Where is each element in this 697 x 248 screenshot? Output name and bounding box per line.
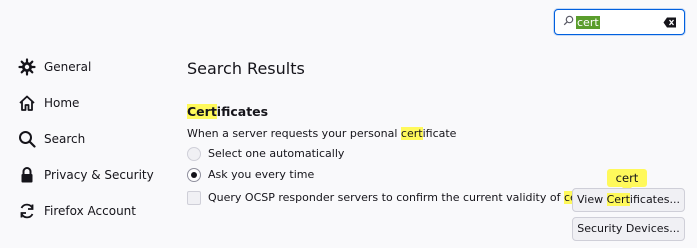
search-highlight: Cert [187, 104, 217, 119]
sidebar-item-search[interactable]: Search [18, 127, 85, 151]
ocsp-text: Query OCSP responder servers to confirm … [208, 191, 564, 204]
radio-select-automatically[interactable]: Select one automatically [187, 146, 344, 162]
sidebar-item-home[interactable]: Home [18, 91, 79, 115]
page-title: Search Results [187, 59, 305, 78]
security-devices-button[interactable]: Security Devices... [572, 217, 685, 241]
sidebar-item-privacy[interactable]: Privacy & Security [18, 163, 154, 187]
ocsp-label: Query OCSP responder servers to confirm … [208, 191, 625, 205]
radio-button[interactable] [187, 168, 201, 182]
btn-text: View [577, 193, 607, 206]
search-highlight: Cert [606, 193, 630, 206]
search-icon [19, 131, 36, 148]
sidebar-item-general[interactable]: General [18, 55, 91, 79]
radio-button[interactable] [187, 147, 201, 161]
gear-icon [18, 58, 36, 76]
sidebar-item-label: Home [44, 96, 80, 110]
sidebar-item-label: Firefox Account [44, 204, 136, 218]
search-query[interactable]: cert [576, 16, 600, 29]
sync-icon [20, 203, 34, 219]
sidebar-item-label: Search [44, 132, 86, 146]
search-match-tooltip: cert [607, 169, 647, 192]
search-input[interactable]: cert [554, 9, 685, 35]
certificate-description: When a server requests your personal cer… [187, 127, 456, 141]
radio-label: Ask you every time [208, 168, 315, 181]
ocsp-checkbox[interactable] [187, 191, 201, 205]
view-certificates-button[interactable]: View Certificates... [572, 188, 685, 212]
search-icon [563, 15, 574, 26]
sidebar-item-firefox-account[interactable]: Firefox Account [18, 199, 136, 223]
ocsp-checkbox-row[interactable]: Query OCSP responder servers to confirm … [187, 190, 625, 206]
home-icon [19, 95, 35, 111]
btn-text-rest: ificates... [629, 193, 680, 206]
sidebar-item-label: Privacy & Security [44, 168, 154, 182]
search-highlight: cert [400, 127, 423, 140]
sidebar-item-label: General [44, 60, 92, 74]
radio-ask-every-time[interactable]: Ask you every time [187, 167, 314, 183]
radio-label: Select one automatically [208, 147, 345, 160]
lock-icon [21, 167, 33, 183]
desc-text-rest: ificate [422, 127, 457, 140]
section-title: Certificates [187, 104, 268, 120]
desc-text: When a server requests your personal [187, 127, 401, 140]
section-title-rest: ificates [216, 104, 269, 119]
clear-icon[interactable] [663, 17, 677, 28]
